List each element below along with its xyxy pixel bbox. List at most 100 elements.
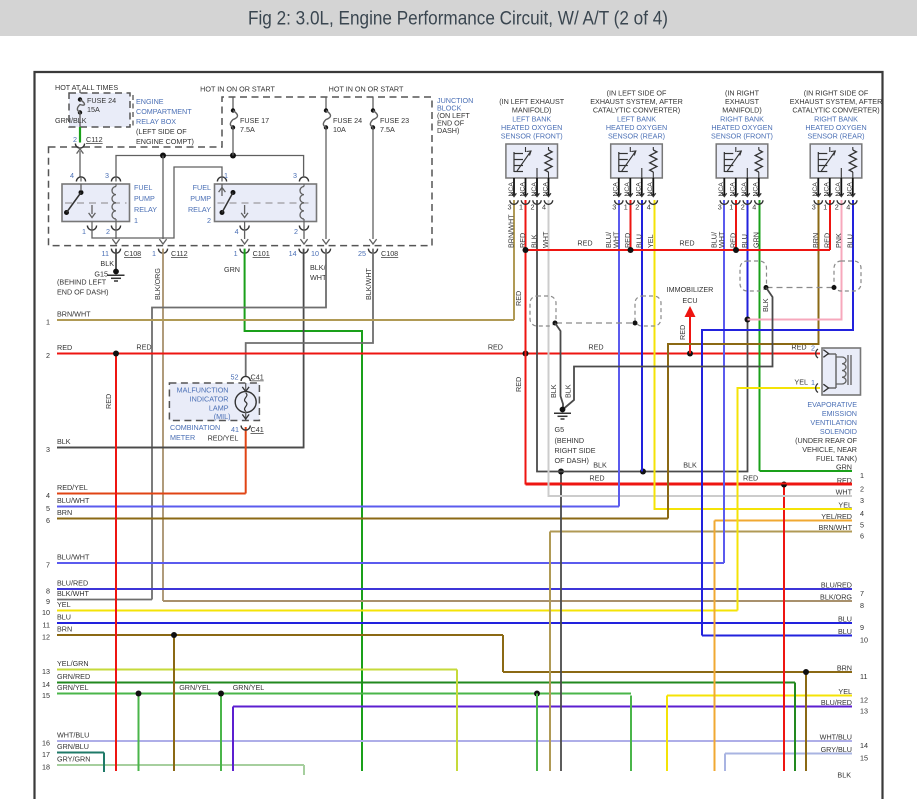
svg-text:WHT/BLU: WHT/BLU	[820, 733, 852, 742]
svg-text:MALFUNCTION: MALFUNCTION	[177, 386, 229, 395]
svg-text:BRN: BRN	[57, 508, 72, 517]
svg-text:RED: RED	[488, 343, 503, 352]
svg-text:GRN/BLK: GRN/BLK	[55, 116, 87, 125]
svg-text:HOT AT ALL TIMES: HOT AT ALL TIMES	[55, 83, 118, 92]
svg-text:NCA: NCA	[542, 182, 549, 197]
svg-text:INDICATOR: INDICATOR	[190, 395, 229, 404]
svg-text:8: 8	[860, 601, 864, 610]
svg-text:COMPARTMENT: COMPARTMENT	[136, 107, 192, 116]
svg-text:RED: RED	[743, 474, 758, 483]
svg-text:25: 25	[358, 249, 366, 258]
svg-text:GRN/YEL: GRN/YEL	[233, 683, 265, 692]
svg-text:2: 2	[635, 203, 639, 212]
svg-text:1: 1	[46, 318, 50, 327]
svg-text:10: 10	[311, 249, 319, 258]
svg-text:3: 3	[718, 203, 722, 212]
svg-text:NCA: NCA	[730, 182, 737, 197]
svg-text:3: 3	[46, 445, 50, 454]
svg-text:WHT: WHT	[717, 231, 726, 248]
svg-text:FUSE 24: FUSE 24	[87, 96, 116, 105]
svg-text:2: 2	[294, 227, 298, 236]
svg-text:(UNDER REAR OF: (UNDER REAR OF	[795, 436, 858, 445]
svg-text:5: 5	[860, 521, 864, 530]
svg-text:GRN: GRN	[751, 232, 760, 248]
svg-text:OF DASH): OF DASH)	[555, 456, 589, 465]
svg-text:BLK: BLK	[564, 384, 573, 398]
svg-text:NCA: NCA	[624, 182, 631, 197]
svg-text:RED: RED	[588, 343, 603, 352]
svg-text:NCA: NCA	[824, 182, 831, 197]
svg-text:GRN/YEL: GRN/YEL	[57, 683, 89, 692]
svg-text:FUEL: FUEL	[134, 183, 152, 192]
svg-text:ENGINE: ENGINE	[136, 97, 164, 106]
svg-text:4: 4	[70, 171, 74, 180]
svg-text:7: 7	[860, 589, 864, 598]
svg-text:1: 1	[823, 203, 827, 212]
svg-text:2: 2	[531, 203, 535, 212]
svg-text:(BEHIND: (BEHIND	[555, 436, 585, 445]
svg-text:1: 1	[811, 378, 815, 387]
svg-text:RELAY BOX: RELAY BOX	[136, 117, 176, 126]
svg-text:SOLENOID: SOLENOID	[820, 427, 857, 436]
svg-text:RED: RED	[104, 394, 113, 409]
svg-text:GRN/RED: GRN/RED	[57, 672, 90, 681]
svg-text:BLK: BLK	[761, 298, 770, 312]
svg-text:RED/YEL: RED/YEL	[57, 483, 88, 492]
svg-text:RED/YEL: RED/YEL	[208, 434, 239, 443]
svg-text:1: 1	[624, 203, 628, 212]
svg-text:NCA: NCA	[718, 182, 725, 197]
svg-text:1: 1	[224, 171, 228, 180]
svg-text:2: 2	[835, 203, 839, 212]
svg-text:VEHICLE, NEAR: VEHICLE, NEAR	[802, 445, 857, 454]
svg-text:NCA: NCA	[812, 182, 819, 197]
svg-text:BLK/ORG: BLK/ORG	[153, 268, 162, 300]
svg-text:RELAY: RELAY	[188, 205, 211, 214]
svg-text:10: 10	[860, 636, 868, 645]
svg-text:BLK/: BLK/	[310, 263, 326, 272]
svg-text:GRN/YEL: GRN/YEL	[179, 683, 211, 692]
svg-text:GRN/BLU: GRN/BLU	[57, 742, 89, 751]
svg-text:2: 2	[811, 344, 815, 353]
svg-text:YEL: YEL	[646, 234, 655, 248]
svg-text:PNK: PNK	[834, 233, 843, 248]
svg-text:FUSE 24: FUSE 24	[333, 116, 362, 125]
svg-text:BRN: BRN	[811, 233, 820, 248]
svg-text:14: 14	[860, 741, 868, 750]
svg-text:3: 3	[812, 203, 816, 212]
svg-text:NCA: NCA	[531, 182, 538, 197]
svg-text:HOT IN ON OR START: HOT IN ON OR START	[200, 85, 275, 94]
svg-text:GRN: GRN	[224, 265, 240, 274]
svg-text:14: 14	[42, 680, 50, 689]
svg-text:C101: C101	[253, 249, 270, 258]
svg-text:4: 4	[235, 227, 239, 236]
svg-text:BRN/WHT: BRN/WHT	[57, 310, 91, 319]
svg-text:NCA: NCA	[741, 182, 748, 197]
svg-text:BLU: BLU	[634, 234, 643, 248]
svg-text:5: 5	[46, 504, 50, 513]
svg-text:NCA: NCA	[835, 182, 842, 197]
svg-text:17: 17	[42, 750, 50, 759]
svg-text:BRN: BRN	[57, 625, 72, 634]
svg-text:BLU: BLU	[57, 613, 71, 622]
svg-text:C41: C41	[251, 425, 264, 434]
svg-text:SENSOR (FRONT): SENSOR (FRONT)	[501, 132, 563, 141]
svg-text:SENSOR (REAR): SENSOR (REAR)	[608, 132, 665, 141]
svg-text:NCA: NCA	[753, 182, 760, 197]
svg-text:14: 14	[289, 249, 297, 258]
svg-text:BLU/WHT: BLU/WHT	[57, 496, 90, 505]
svg-text:RELAY: RELAY	[134, 205, 157, 214]
svg-text:C41: C41	[251, 373, 264, 382]
svg-text:BLK: BLK	[549, 384, 558, 398]
svg-text:1: 1	[234, 249, 238, 258]
svg-text:END OF DASH): END OF DASH)	[57, 288, 109, 297]
svg-text:13: 13	[860, 707, 868, 716]
svg-text:NCA: NCA	[847, 182, 854, 197]
svg-text:PUMP: PUMP	[190, 194, 211, 203]
svg-text:6: 6	[46, 516, 50, 525]
svg-text:2: 2	[73, 135, 77, 144]
svg-text:3: 3	[293, 171, 297, 180]
svg-text:NCA: NCA	[508, 182, 515, 197]
svg-text:6: 6	[860, 532, 864, 541]
svg-text:7.5A: 7.5A	[240, 125, 255, 134]
svg-text:SENSOR (REAR): SENSOR (REAR)	[807, 132, 864, 141]
